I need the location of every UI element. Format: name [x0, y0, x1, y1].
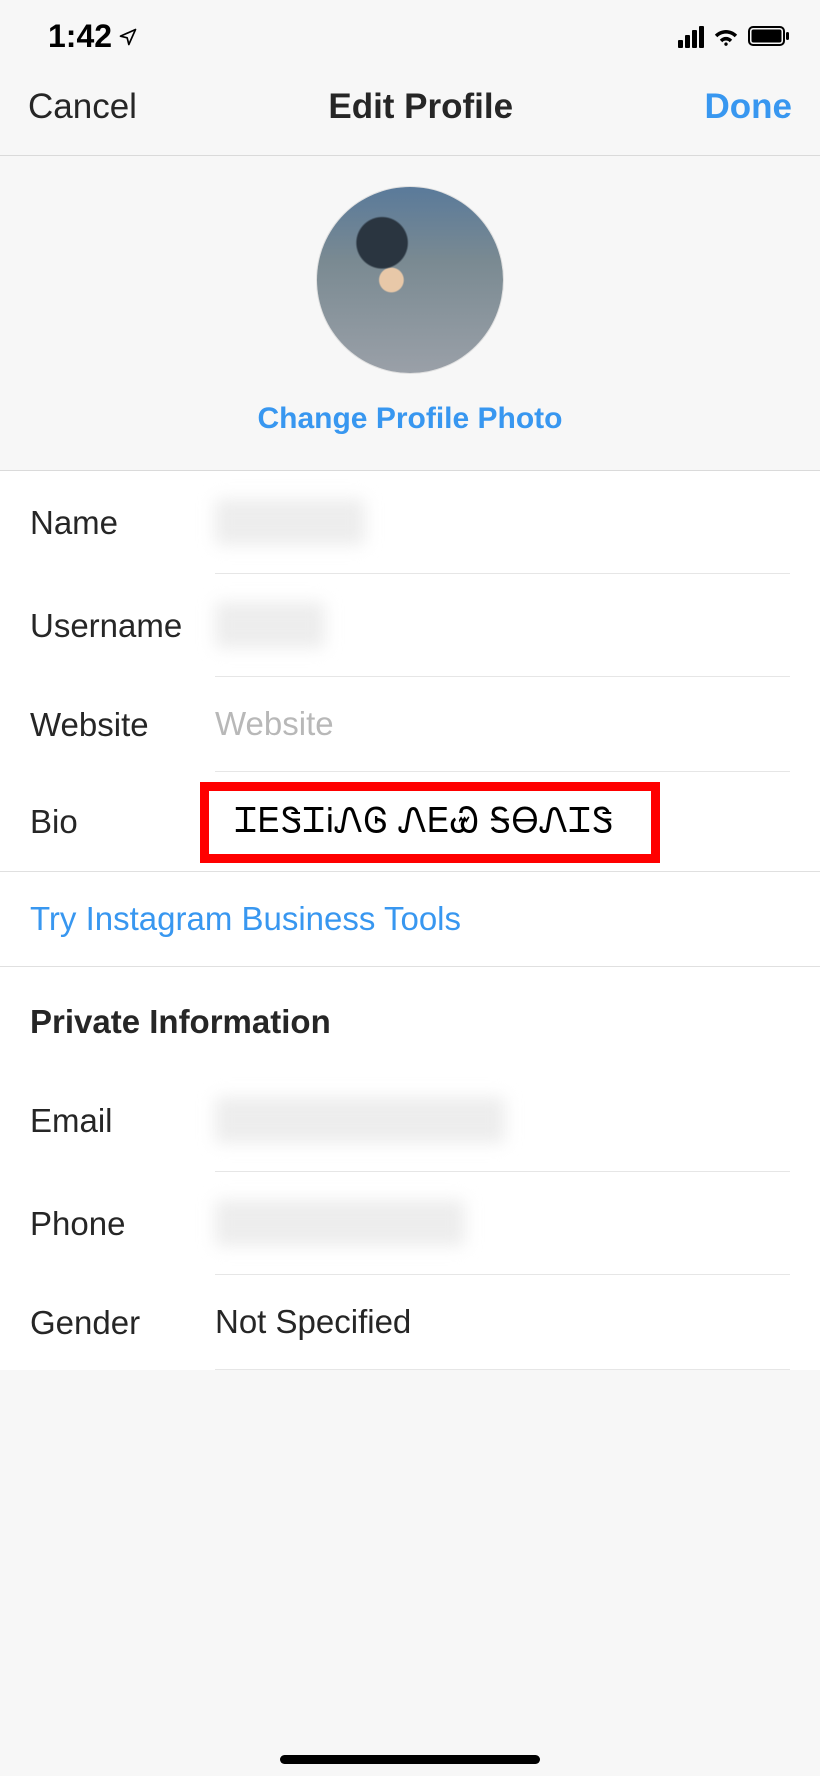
- status-icons: [678, 18, 790, 55]
- cellular-icon: [678, 26, 704, 48]
- photo-section: Change Profile Photo: [0, 156, 820, 471]
- gender-label: Gender: [30, 1304, 215, 1342]
- bio-label: Bio: [30, 803, 215, 841]
- home-indicator[interactable]: [280, 1755, 540, 1764]
- username-field[interactable]: [215, 574, 790, 677]
- username-label: Username: [30, 607, 215, 645]
- business-tools-link[interactable]: Try Instagram Business Tools: [0, 872, 820, 967]
- website-label: Website: [30, 706, 215, 744]
- name-row[interactable]: Name: [0, 471, 820, 574]
- email-row[interactable]: Email: [0, 1069, 820, 1172]
- location-icon: [118, 18, 138, 55]
- bio-row[interactable]: Bio ᏆᎬᏕᏆᎥᏁᎶ ᏁᎬᏯ ᎦᎾᏁᏆᏕ: [0, 772, 820, 872]
- website-field[interactable]: Website: [215, 677, 790, 772]
- nav-bar: Cancel Edit Profile Done: [0, 67, 820, 156]
- email-field[interactable]: [215, 1069, 790, 1172]
- battery-icon: [748, 18, 790, 55]
- phone-label: Phone: [30, 1205, 215, 1243]
- done-button[interactable]: Done: [704, 87, 792, 127]
- website-row[interactable]: Website Website: [0, 677, 820, 772]
- status-time: 1:42: [48, 18, 112, 55]
- wifi-icon: [712, 18, 740, 55]
- username-row[interactable]: Username: [0, 574, 820, 677]
- change-photo-button[interactable]: Change Profile Photo: [257, 402, 562, 436]
- status-time-group: 1:42: [48, 18, 138, 55]
- status-bar: 1:42: [0, 0, 820, 67]
- gender-row[interactable]: Gender Not Specified: [0, 1275, 820, 1370]
- phone-row[interactable]: Phone: [0, 1172, 820, 1275]
- cancel-button[interactable]: Cancel: [28, 87, 137, 127]
- name-field[interactable]: [215, 471, 790, 574]
- avatar[interactable]: [316, 186, 504, 374]
- phone-field[interactable]: [215, 1172, 790, 1275]
- page-title: Edit Profile: [328, 87, 513, 127]
- email-label: Email: [30, 1102, 215, 1140]
- profile-form: Name Username Website Website Bio ᏆᎬᏕᏆᎥᏁ…: [0, 471, 820, 872]
- gender-field[interactable]: Not Specified: [215, 1275, 790, 1370]
- private-info-header: Private Information: [0, 967, 820, 1069]
- bio-field[interactable]: ᏆᎬᏕᏆᎥᏁᎶ ᏁᎬᏯ ᎦᎾᏁᏆᏕ: [215, 803, 614, 841]
- private-info-section: Private Information Email Phone Gender N…: [0, 967, 820, 1370]
- name-label: Name: [30, 504, 215, 542]
